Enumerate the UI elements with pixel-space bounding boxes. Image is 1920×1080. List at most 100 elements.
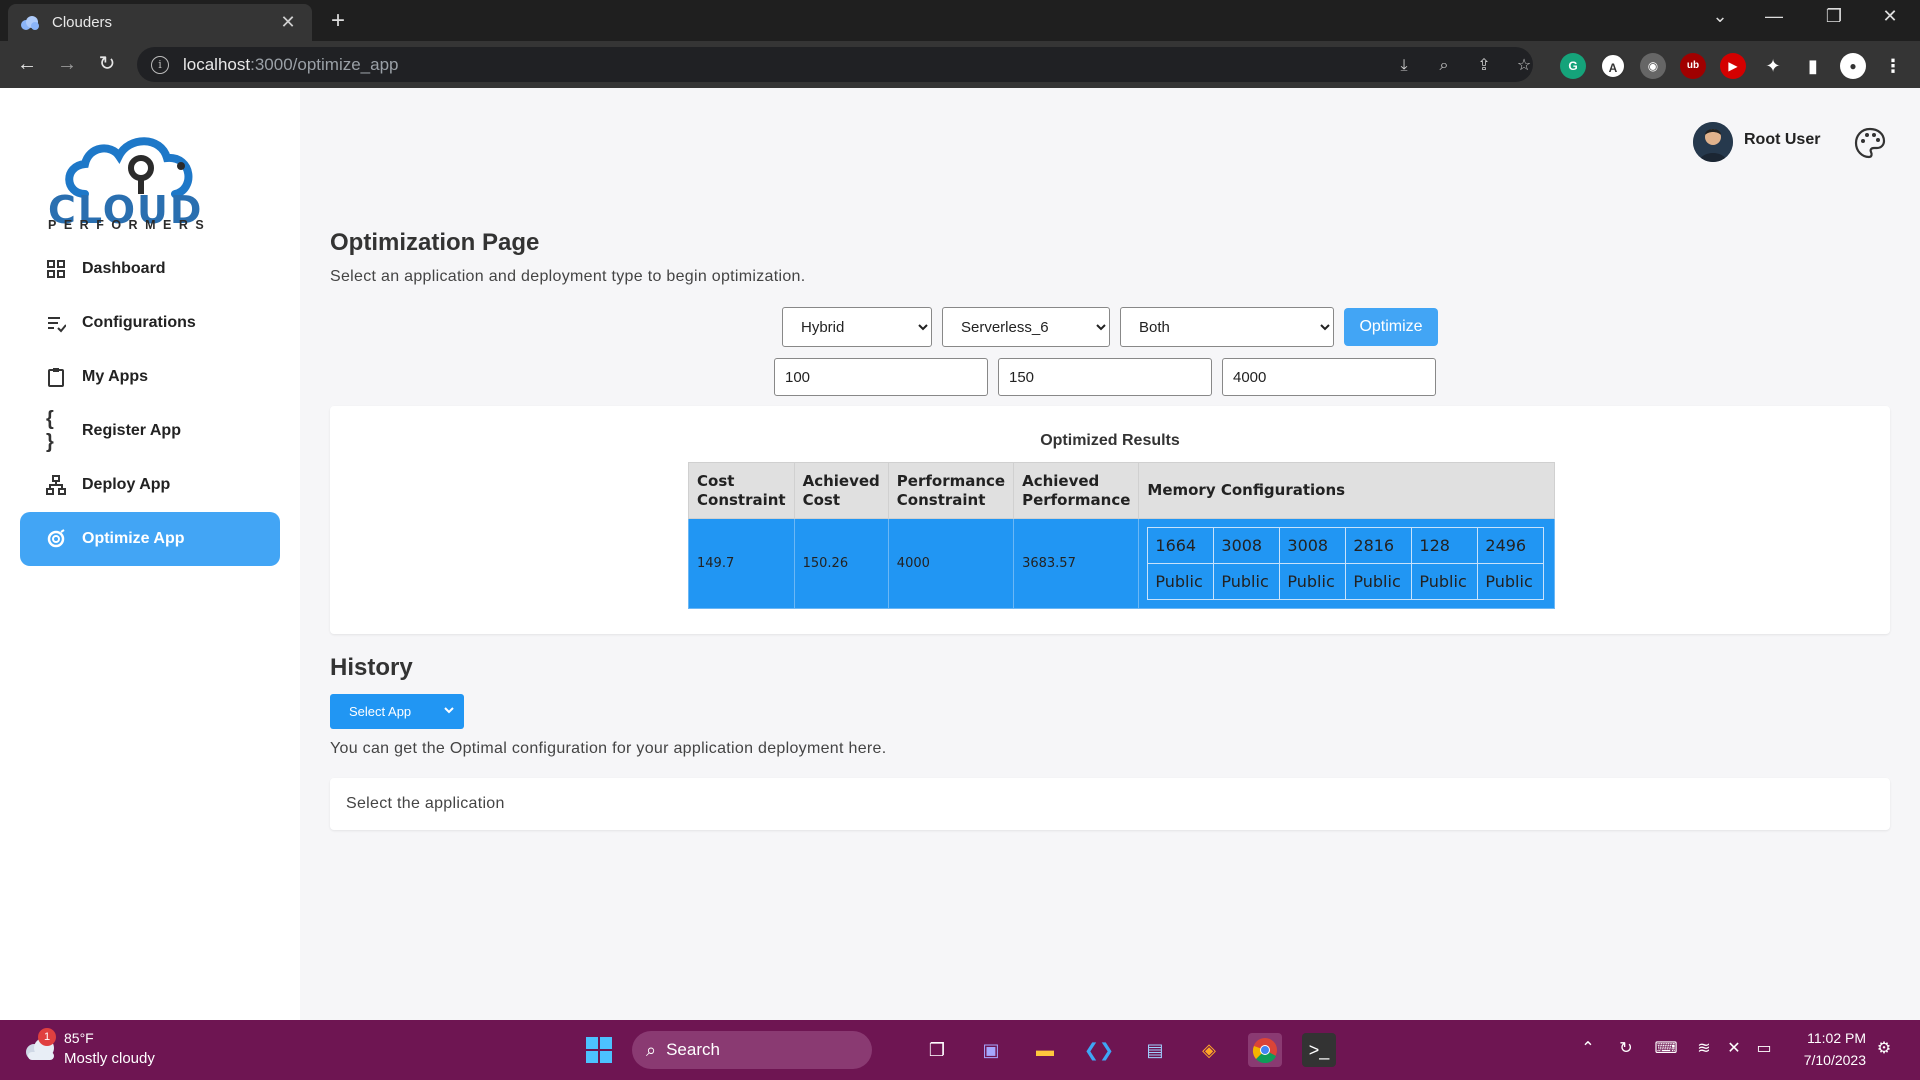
minimize-icon[interactable]: — — [1754, 6, 1794, 27]
site-info-icon[interactable]: i — [151, 55, 169, 74]
reload-icon[interactable]: ↻ — [92, 49, 122, 79]
hierarchy-icon — [46, 475, 66, 495]
forward-icon[interactable]: → — [52, 49, 82, 79]
memory-type: Public — [1411, 563, 1479, 600]
terminal-icon[interactable]: >_ — [1302, 1033, 1336, 1067]
zoom-icon[interactable]: ⌕ — [1433, 55, 1455, 77]
memory-type: Public — [1279, 563, 1347, 600]
windows-start-icon[interactable] — [582, 1033, 616, 1067]
tab-search-icon[interactable]: ⌄ — [1700, 6, 1740, 27]
sidebar-item-label: Deploy App — [82, 476, 171, 493]
history-title: History — [330, 654, 413, 681]
side-panel-icon[interactable]: ▮ — [1800, 53, 1826, 79]
media-app-icon[interactable]: ◈ — [1192, 1033, 1226, 1067]
deployment-type-select[interactable]: Hybrid — [782, 307, 932, 347]
sidebar-item-dashboard[interactable]: Dashboard — [20, 242, 280, 296]
bookmark-star-icon[interactable]: ☆ — [1513, 55, 1535, 77]
new-tab-icon[interactable]: + — [324, 8, 352, 34]
camera-extension-icon[interactable]: ◉ — [1640, 53, 1666, 79]
cost-constraint-input[interactable] — [774, 358, 988, 396]
restore-icon[interactable]: ❐ — [1814, 6, 1854, 27]
volume-muted-icon[interactable]: ✕ — [1722, 1038, 1746, 1058]
memory-value: 3008 — [1213, 527, 1281, 564]
search-icon: ⌕ — [646, 1039, 657, 1060]
sidebar-item-my-apps[interactable]: My Apps — [20, 350, 280, 404]
memory-value: 2496 — [1477, 527, 1545, 564]
sidebar-item-optimize-app[interactable]: Optimize App — [20, 512, 280, 566]
cloud-favicon-icon — [21, 15, 39, 30]
performance-constraint-input[interactable] — [1222, 358, 1436, 396]
install-icon[interactable]: ⤓ — [1393, 55, 1415, 77]
memory-value: 128 — [1411, 527, 1479, 564]
tray-chevron-up-icon[interactable]: ⌃ — [1576, 1038, 1600, 1058]
back-icon[interactable]: ← — [12, 49, 42, 79]
address-bar[interactable]: i localhost:3000/optimize_app ⤓ ⌕ ⇪ ☆ — [137, 47, 1533, 82]
browser-tab[interactable]: Clouders ✕ — [8, 4, 312, 41]
battery-icon[interactable]: ▭ — [1752, 1038, 1776, 1058]
optimize-icon — [46, 529, 66, 549]
user-name[interactable]: Root User — [1744, 131, 1820, 149]
profile-avatar-icon[interactable]: ● — [1840, 53, 1866, 79]
optimize-button[interactable]: Optimize — [1344, 308, 1438, 346]
header-memory-configurations: Memory Configurations — [1138, 462, 1556, 519]
sync-icon[interactable]: ↻ — [1614, 1038, 1638, 1058]
chrome-icon[interactable] — [1248, 1033, 1282, 1067]
file-explorer-icon[interactable]: ▬ — [1028, 1033, 1062, 1067]
sidebar-item-register-app[interactable]: { } Register App — [20, 404, 280, 458]
palette-icon[interactable] — [1853, 126, 1887, 160]
select-app-dropdown[interactable]: Select App — [330, 694, 464, 729]
notification-icon[interactable]: ⚙ — [1872, 1038, 1896, 1058]
page-title: Optimization Page — [330, 229, 540, 256]
keyboard-icon[interactable]: ⌨ — [1654, 1038, 1678, 1058]
dashboard-icon — [46, 259, 66, 279]
task-view-icon[interactable]: ❐ — [920, 1033, 954, 1067]
sidebar-item-label: My Apps — [82, 368, 149, 385]
taskbar: 1 85°F Mostly cloudy ⌕ Search ❐ ▣ ▬ ❮❯ ▤… — [0, 1020, 1920, 1080]
window-close-icon[interactable]: ✕ — [1870, 6, 1910, 27]
cell-performance-constraint: 4000 — [887, 518, 1015, 609]
memory-types-row: Public Public Public Public Public Publi… — [1147, 563, 1545, 600]
grammarly-extension-icon[interactable]: G — [1560, 53, 1586, 79]
sidebar-nav: Dashboard Configurations My Apps { } Reg… — [20, 242, 280, 566]
memory-type: Public — [1345, 563, 1413, 600]
ublock-extension-icon[interactable]: ub — [1680, 53, 1706, 79]
clock-date[interactable]: 7/10/2023 — [1790, 1052, 1866, 1068]
sidebar-item-label: Configurations — [82, 314, 196, 331]
mode-select[interactable]: Both — [1120, 307, 1334, 347]
clock-time[interactable]: 11:02 PM — [1796, 1030, 1866, 1046]
results-card: Optimized Results Cost Constraint Achiev… — [330, 406, 1890, 634]
select-app-label: Select App — [349, 704, 412, 719]
application-select[interactable]: Serverless_6 — [942, 307, 1110, 347]
youtube-extension-icon[interactable]: ▶ — [1720, 53, 1746, 79]
results-table: Cost Constraint Achieved Cost Performanc… — [688, 462, 1556, 609]
tab-close-icon[interactable]: ✕ — [276, 12, 300, 33]
memory-values-row: 1664 3008 3008 2816 128 2496 — [1147, 527, 1545, 564]
cell-memory-configurations: 1664 3008 3008 2816 128 2496 Public Publ… — [1138, 518, 1556, 609]
page-subtitle: Select an application and deployment typ… — [330, 268, 806, 285]
vscode-icon[interactable]: ❮❯ — [1082, 1033, 1116, 1067]
memory-value: 1664 — [1147, 527, 1215, 564]
user-avatar[interactable] — [1693, 122, 1733, 162]
chevron-down-icon — [444, 707, 454, 714]
history-subtitle: You can get the Optimal configuration fo… — [330, 740, 887, 757]
menu-kebab-icon[interactable]: ⋮ — [1880, 53, 1906, 79]
cost-limit-input[interactable] — [998, 358, 1212, 396]
teams-icon[interactable]: ▣ — [974, 1033, 1008, 1067]
table-row: 149.7 150.26 4000 3683.57 1664 3008 3008… — [688, 518, 1556, 609]
sidebar-item-deploy-app[interactable]: Deploy App — [20, 458, 280, 512]
sidebar-item-label: Optimize App — [82, 530, 185, 547]
a-extension-icon[interactable]: A — [1600, 53, 1626, 79]
logo-sub: PERFORMERS — [48, 218, 212, 232]
taskbar-search[interactable]: ⌕ Search — [632, 1031, 872, 1069]
share-icon[interactable]: ⇪ — [1473, 55, 1495, 77]
sidebar: CLOUD PERFORMERS Dashboard Configuration… — [0, 88, 300, 1020]
monitor-app-icon[interactable]: ▤ — [1138, 1033, 1172, 1067]
memory-value: 3008 — [1279, 527, 1347, 564]
history-card: Select the application — [330, 778, 1890, 830]
puzzle-extensions-icon[interactable]: ✦ — [1760, 53, 1786, 79]
sidebar-item-configurations[interactable]: Configurations — [20, 296, 280, 350]
cell-achieved-performance: 3683.57 — [1013, 518, 1140, 609]
header-performance-constraint: Performance Constraint — [887, 462, 1015, 519]
results-title: Optimized Results — [1040, 432, 1180, 449]
wifi-icon[interactable]: ≋ — [1692, 1038, 1716, 1058]
